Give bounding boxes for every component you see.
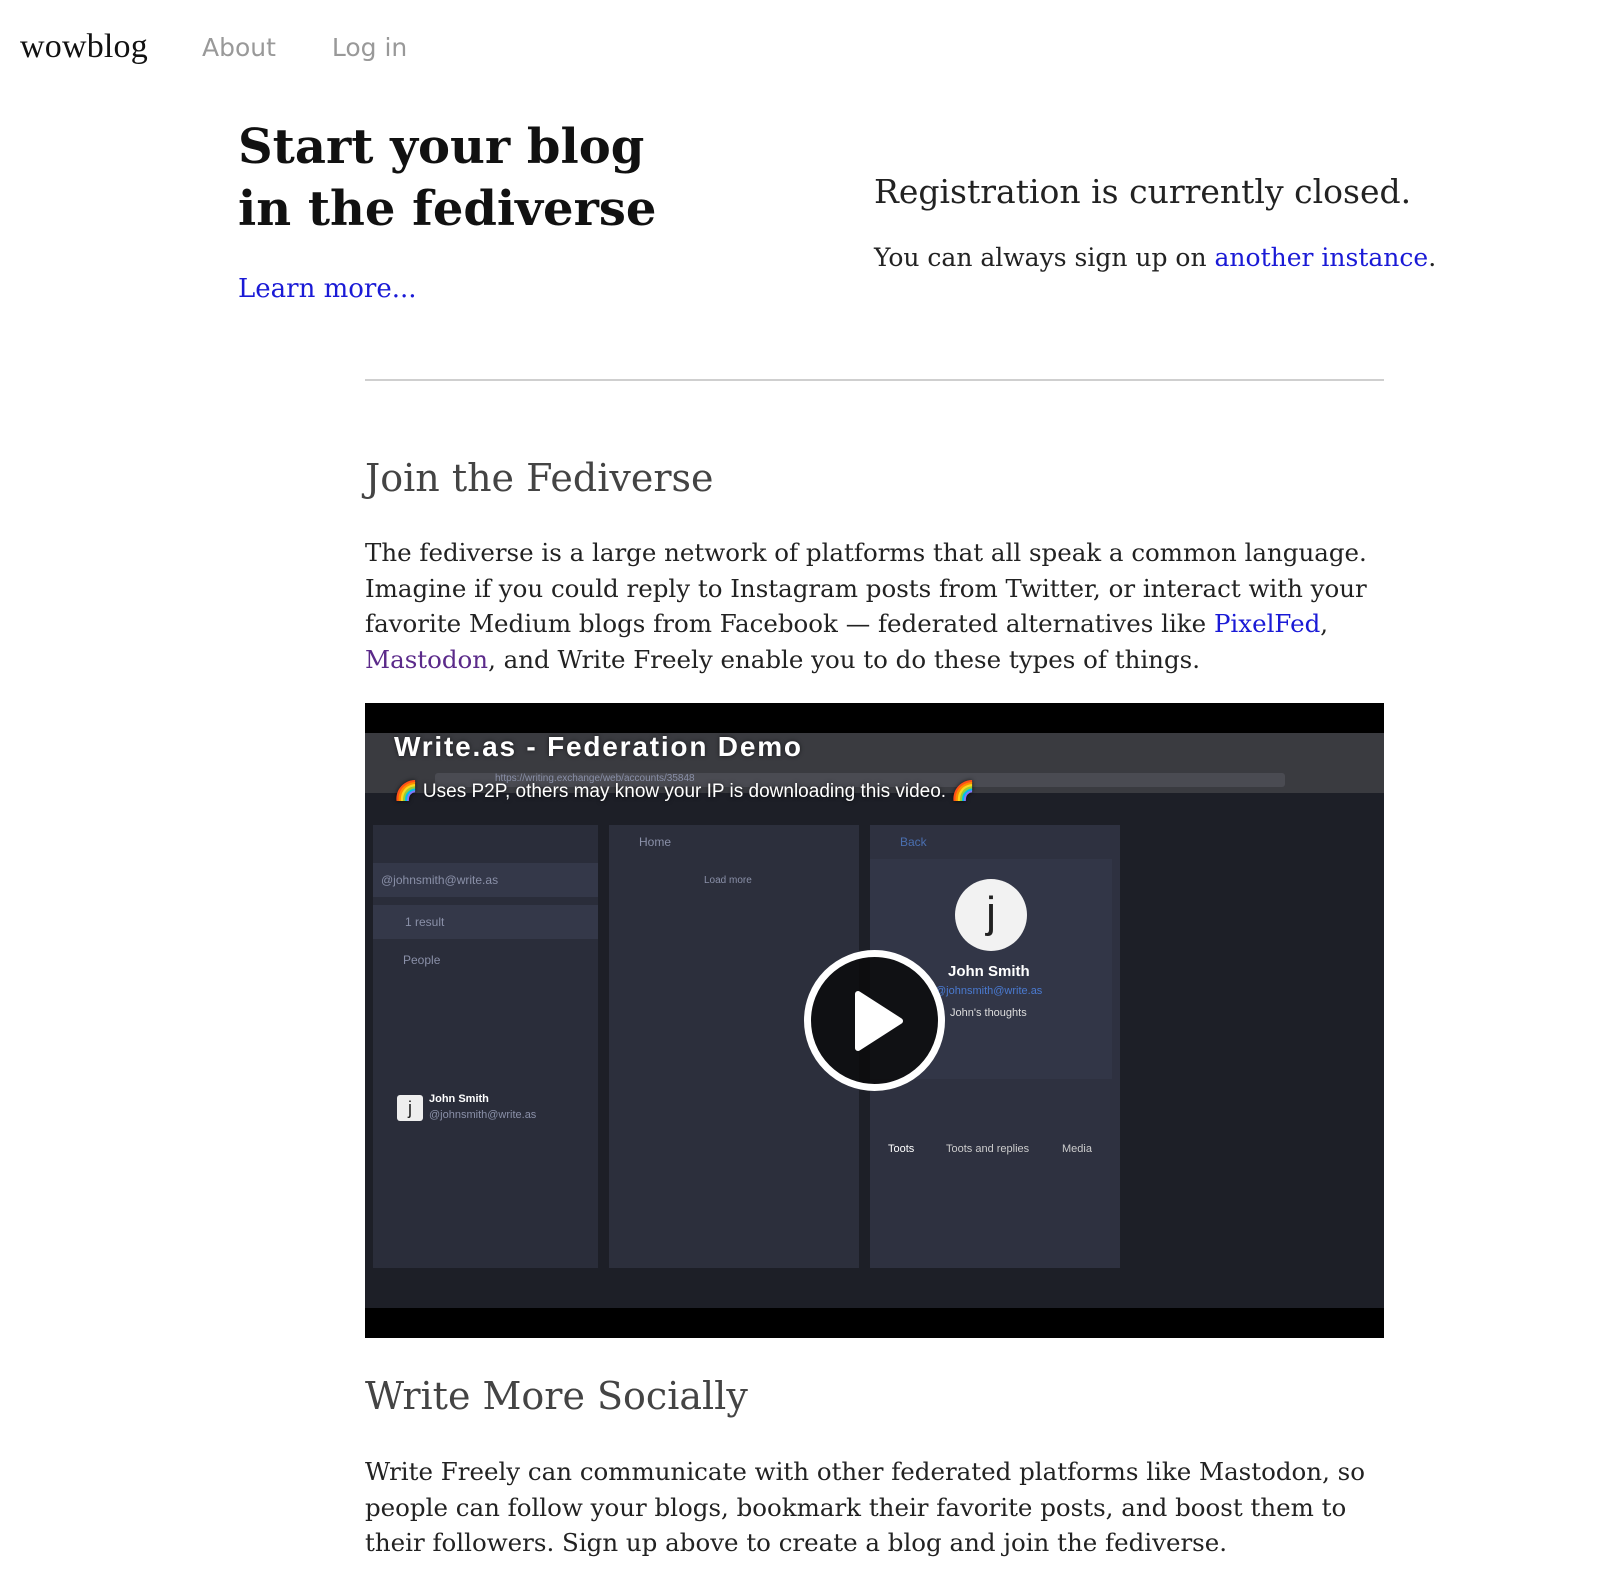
video-people-label: People xyxy=(403,953,441,967)
hero-title: Start your blog in the fediverse xyxy=(238,116,656,240)
hero-title-line-2: in the fediverse xyxy=(238,181,657,237)
video-p2p-note: 🌈 Uses P2P, others may know your IP is d… xyxy=(394,781,976,802)
video-user-handle: @johnsmith@write.as xyxy=(429,1109,537,1121)
registration-closed-heading: Registration is currently closed. xyxy=(874,172,1412,211)
video-title: Write.as - Federation Demo xyxy=(394,731,803,762)
registration-alt-prefix: You can always sign up on xyxy=(874,243,1215,272)
section-divider xyxy=(365,379,1384,381)
join-text-2: , xyxy=(1320,609,1329,638)
video-avatar-large: j xyxy=(955,879,1027,951)
video-tab-media: Media xyxy=(1062,1143,1092,1155)
join-text-3: , and Write Freely enable you to do thes… xyxy=(488,644,1201,674)
video-profile-handle: @johnsmith@write.as xyxy=(935,985,1043,997)
video-avatar-small: j xyxy=(397,1095,423,1121)
pixelfed-link[interactable]: PixelFed xyxy=(1214,609,1320,638)
play-icon xyxy=(855,991,903,1051)
video-back-label: Back xyxy=(900,835,927,849)
hero-title-line-1: Start your blog xyxy=(238,119,645,175)
video-search-result: 1 result xyxy=(405,915,445,929)
write-more-socially-heading: Write More Socially xyxy=(365,1374,748,1418)
play-button[interactable] xyxy=(804,950,945,1091)
video-player[interactable]: https://writing.exchange/web/accounts/35… xyxy=(365,703,1384,1338)
video-load-more: Load more xyxy=(704,875,752,886)
top-nav: wowblog About Log in xyxy=(20,22,407,72)
video-user-name: John Smith xyxy=(429,1093,489,1105)
video-home-label: Home xyxy=(639,835,672,849)
video-profile-bio: John's thoughts xyxy=(950,1007,1027,1019)
write-more-socially-text: Write Freely can communicate with other … xyxy=(365,1457,1365,1557)
mastodon-link[interactable]: Mastodon xyxy=(365,645,488,674)
brand-link[interactable]: wowblog xyxy=(20,28,148,66)
join-fediverse-text: The fediverse is a large network of plat… xyxy=(365,535,1384,677)
video-tab-toots-replies: Toots and replies xyxy=(946,1143,1030,1155)
learn-more-link[interactable]: Learn more... xyxy=(238,274,417,304)
video-profile-name: John Smith xyxy=(948,963,1030,980)
join-fediverse-heading: Join the Fediverse xyxy=(365,456,714,500)
video-column-search: @johnsmith@write.as 1 result People j Jo… xyxy=(373,825,598,1268)
registration-alt-text: You can always sign up on another instan… xyxy=(874,243,1436,272)
another-instance-link[interactable]: another instance xyxy=(1215,243,1429,272)
video-tab-toots: Toots xyxy=(888,1143,915,1155)
registration-alt-suffix: . xyxy=(1428,243,1437,272)
nav-login-link[interactable]: Log in xyxy=(332,33,407,62)
video-account-text: @johnsmith@write.as xyxy=(381,873,499,887)
nav-about-link[interactable]: About xyxy=(202,33,276,62)
